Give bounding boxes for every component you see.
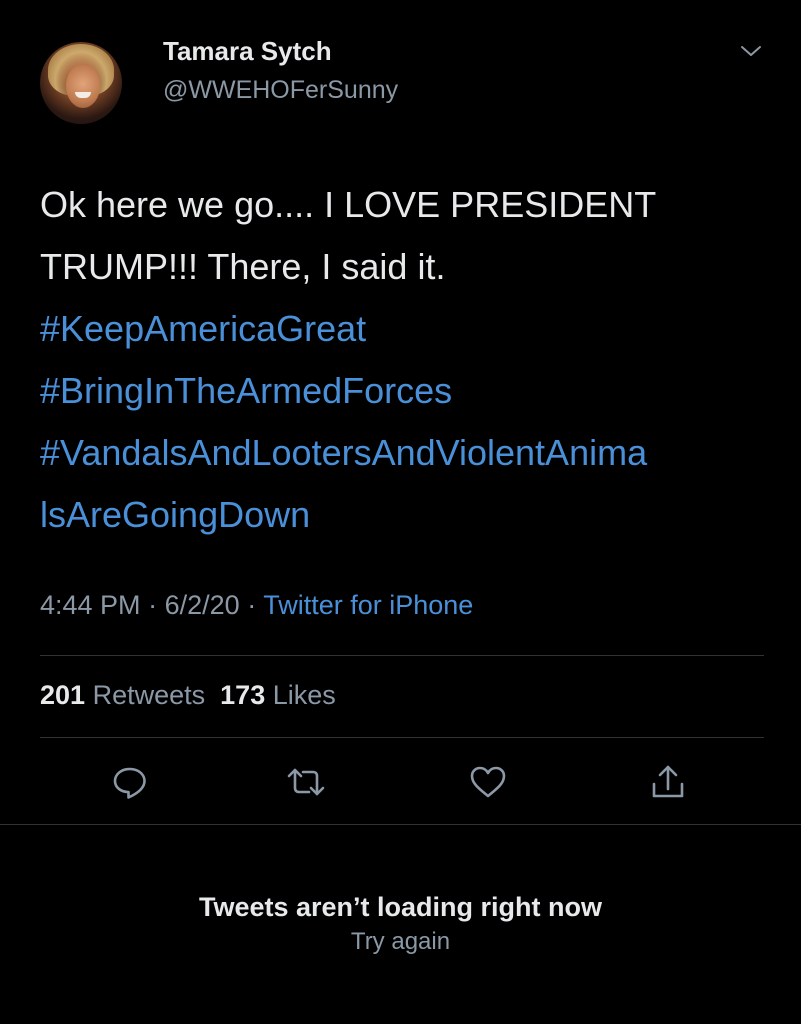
hashtag-link[interactable]: #VandalsAndLootersAndViolentAnima — [40, 422, 780, 484]
author-name[interactable]: Tamara Sytch — [163, 36, 332, 67]
retweets-stat[interactable]: 201 Retweets — [40, 680, 205, 710]
hashtag-link[interactable]: lsAreGoingDown — [40, 484, 780, 546]
likes-stat[interactable]: 173 Likes — [220, 680, 336, 710]
engagement-stats: 201 Retweets 173 Likes — [40, 680, 336, 711]
divider — [0, 824, 801, 825]
meta-separator: · — [148, 590, 158, 620]
tweet-date: 6/2/20 — [164, 590, 240, 620]
tweet-source-link[interactable]: Twitter for iPhone — [263, 590, 473, 620]
like-button[interactable] — [466, 762, 510, 806]
retweets-count: 201 — [40, 680, 86, 710]
retweets-label: Retweets — [92, 680, 206, 710]
share-upload-icon — [648, 762, 688, 807]
tweet-time: 4:44 PM — [40, 590, 141, 620]
feed-error-message: Tweets aren’t loading right now — [198, 892, 603, 922]
speech-bubble-icon — [110, 762, 150, 807]
avatar[interactable] — [40, 42, 122, 124]
meta-separator: · — [247, 590, 257, 620]
likes-label: Likes — [272, 680, 336, 710]
tweet-metadata: 4:44 PM · 6/2/20 · Twitter for iPhone — [40, 590, 473, 621]
hashtag-link[interactable]: #KeepAmericaGreat — [40, 298, 780, 360]
reply-button[interactable] — [108, 762, 152, 806]
retweet-button[interactable] — [284, 762, 328, 806]
tweet-detail: Tamara Sytch @WWEHOFerSunny Ok here we g… — [0, 0, 801, 824]
tweet-text-line: Ok here we go.... I LOVE PRESIDENT — [40, 184, 657, 225]
heart-icon — [468, 762, 508, 807]
likes-count: 173 — [220, 680, 266, 710]
chevron-down-icon[interactable] — [738, 42, 764, 60]
avatar-face — [66, 64, 100, 108]
hashtag-link[interactable]: #BringInTheArmedForces — [40, 360, 780, 422]
share-button[interactable] — [646, 762, 690, 806]
try-again-button[interactable]: Try again — [0, 928, 801, 956]
retweet-arrows-icon — [285, 762, 327, 807]
divider — [40, 655, 764, 656]
author-handle[interactable]: @WWEHOFerSunny — [163, 76, 398, 105]
divider — [40, 737, 764, 738]
tweet-text: Ok here we go.... I LOVE PRESIDENT TRUMP… — [40, 174, 780, 546]
tweet-text-line: TRUMP!!! There, I said it. — [40, 246, 446, 287]
